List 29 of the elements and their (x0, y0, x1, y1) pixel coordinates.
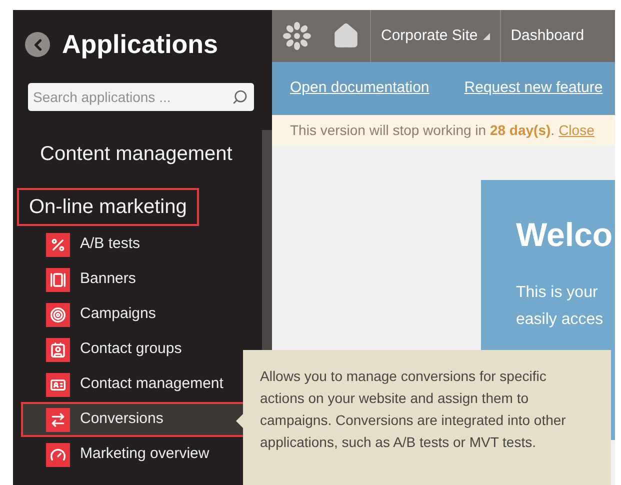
section-heading[interactable]: On-line marketing (17, 188, 199, 226)
welcome-title: Welco (516, 218, 614, 251)
app-item[interactable]: Contact management (21, 367, 246, 402)
app-item[interactable]: A/B tests (21, 227, 246, 262)
app-item[interactable]: Campaigns (21, 297, 246, 332)
tooltip-text: Allows you to manage conversions for specific actions on your website and assign them to campaigns. Conversions are integrated into other applications, such as A/B tests or MVT tests. (260, 367, 567, 452)
app-item[interactable]: Marketing overview (21, 437, 246, 472)
search-icon (232, 89, 248, 105)
app-item[interactable]: Conversions (21, 402, 246, 437)
app-item[interactable]: Banners (21, 262, 246, 297)
banner-icon (46, 268, 70, 292)
contact-card-icon (46, 338, 70, 362)
notice-text: This version will stop working in 28 day(s). (290, 120, 555, 140)
search-field[interactable]: Search applications ... (28, 83, 254, 111)
caret-icon (482, 32, 490, 40)
welcome-text: easily acces (516, 310, 604, 330)
dashboard-tab[interactable]: Dashboard (500, 10, 594, 62)
home-icon[interactable] (332, 22, 360, 50)
back-button[interactable] (25, 32, 50, 57)
sidebar-title: Applications (62, 28, 218, 61)
welcome-text: This is your (516, 283, 599, 303)
id-card-icon (46, 372, 70, 396)
section-heading[interactable]: Content management (28, 135, 244, 173)
app-item[interactable]: Contact groups (21, 332, 246, 367)
percent-icon (46, 232, 70, 256)
arrows-icon (46, 408, 70, 432)
gauge-icon (46, 442, 70, 466)
target-icon (46, 302, 70, 326)
logo-icon[interactable] (282, 21, 312, 51)
